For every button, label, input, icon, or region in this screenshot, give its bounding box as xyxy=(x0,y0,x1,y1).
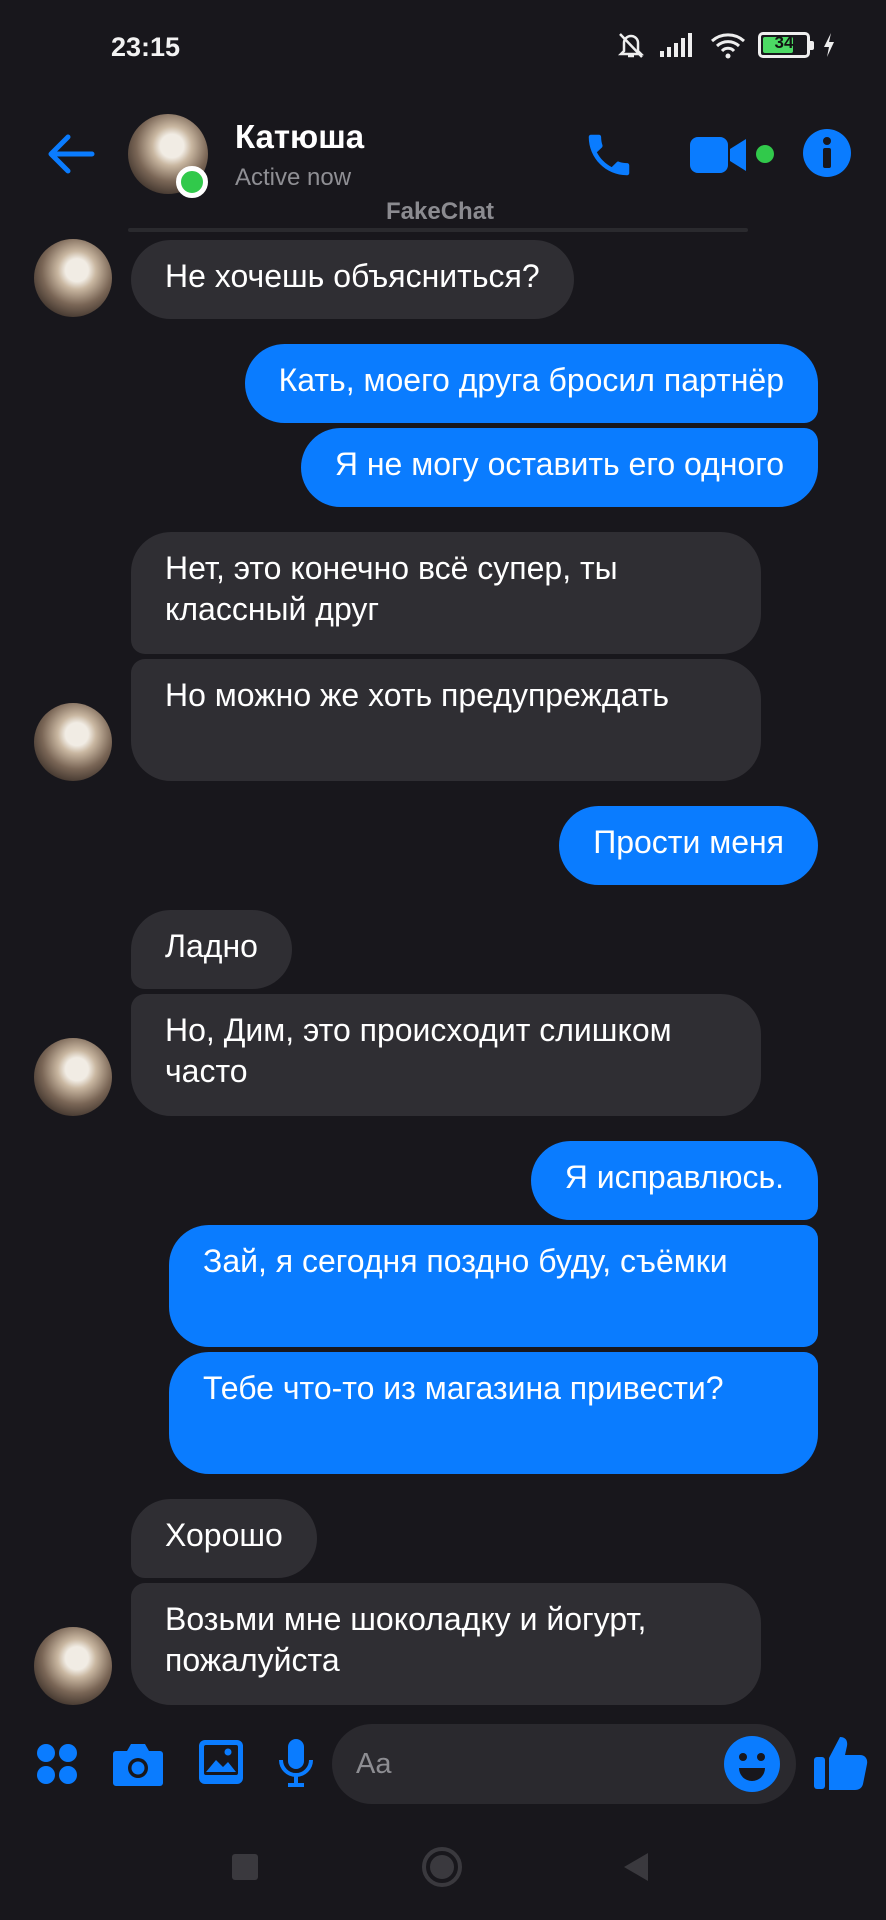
avatar[interactable] xyxy=(34,703,112,781)
message-outgoing[interactable]: Зай, я сегодня поздно буду, съёмки xyxy=(169,1225,818,1347)
signal-icon xyxy=(660,33,692,57)
camera-icon[interactable] xyxy=(112,1741,164,1787)
message-outgoing[interactable]: Я не могу оставить его одного xyxy=(300,428,818,507)
online-indicator xyxy=(176,166,208,198)
avatar[interactable] xyxy=(34,1038,112,1116)
message-incoming[interactable]: Ладно xyxy=(131,910,292,989)
avatar[interactable] xyxy=(34,1627,112,1705)
contact-name[interactable]: Катюша xyxy=(235,118,364,156)
emoji-icon[interactable] xyxy=(723,1735,781,1793)
bell-off-icon xyxy=(617,33,645,58)
message-outgoing[interactable]: Кать, моего друга бросил партнёр xyxy=(244,344,818,423)
video-camera-icon[interactable] xyxy=(688,134,748,176)
apps-icon[interactable] xyxy=(36,1743,78,1785)
recents-button[interactable] xyxy=(232,1854,258,1880)
video-active-dot xyxy=(756,145,774,163)
status-time: 23:15 xyxy=(111,32,181,62)
message-outgoing[interactable]: Прости меня xyxy=(559,806,818,885)
info-icon[interactable] xyxy=(802,128,852,178)
home-button[interactable] xyxy=(421,1846,463,1888)
message-incoming[interactable]: Но можно же хоть предупреждать xyxy=(131,659,761,781)
arrow-left-icon[interactable] xyxy=(46,132,96,176)
battery-indicator: 34 xyxy=(758,32,814,58)
battery-level: 34 xyxy=(774,33,794,52)
message-outgoing[interactable]: Тебе что-то из магазина привести? xyxy=(169,1352,818,1474)
message-incoming[interactable]: Но, Дим, это происходит слишком часто xyxy=(131,994,761,1116)
charging-icon xyxy=(824,33,834,57)
status-icons: 34 xyxy=(616,30,836,60)
active-status: Active now xyxy=(235,164,352,191)
back-nav-button[interactable] xyxy=(622,1851,650,1883)
wifi-icon xyxy=(711,33,745,59)
thumbs-up-icon[interactable] xyxy=(812,1733,868,1791)
message-input-placeholder: Aa xyxy=(356,1748,392,1780)
message-incoming[interactable]: Не хочешь объясниться? xyxy=(131,240,574,319)
microphone-icon[interactable] xyxy=(278,1738,314,1788)
watermark: FakeChat xyxy=(386,198,495,225)
previous-message-edge xyxy=(128,228,748,232)
message-incoming[interactable]: Нет, это конечно всё супер, ты классный … xyxy=(131,532,761,654)
message-incoming[interactable]: Возьми мне шоколадку и йогурт, пожалуйст… xyxy=(131,1583,761,1705)
message-outgoing[interactable]: Я исправлюсь. xyxy=(530,1141,818,1220)
phone-icon[interactable] xyxy=(582,128,636,182)
message-incoming[interactable]: Хорошо xyxy=(131,1499,317,1578)
image-icon[interactable] xyxy=(198,1739,244,1785)
avatar[interactable] xyxy=(34,239,112,317)
